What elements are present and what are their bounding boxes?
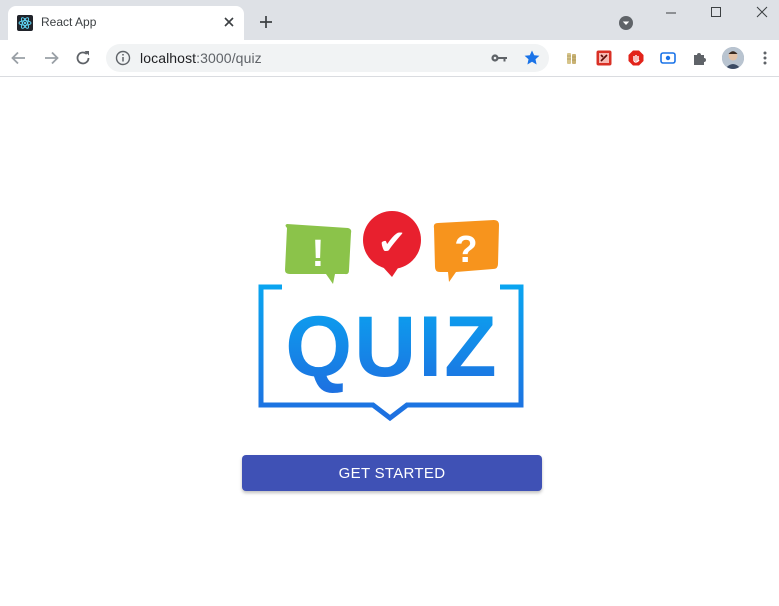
check-bubble-icon: ✔ — [363, 211, 421, 277]
url-path: :3000/quiz — [196, 50, 262, 66]
browser-tab[interactable]: React App — [8, 6, 244, 40]
reload-icon[interactable] — [73, 48, 93, 68]
exclamation-bubble-icon: ! — [285, 224, 352, 284]
url-host: localhost — [140, 50, 197, 66]
user-photo-icon — [722, 47, 744, 69]
tab-search-icon[interactable] — [618, 15, 634, 31]
quiz-logo: ! ✔ ? QUIZ — [258, 211, 524, 422]
browser-titlebar: React App — [0, 0, 779, 40]
question-mark: ? — [454, 229, 477, 271]
new-tab-icon[interactable] — [258, 14, 274, 30]
browser-toolbar: localhost:3000/quiz — [0, 40, 779, 77]
extension-coins-icon[interactable] — [564, 50, 580, 66]
info-icon[interactable] — [115, 50, 131, 66]
react-icon — [17, 15, 33, 31]
url-text[interactable]: localhost:3000/quiz — [140, 50, 262, 66]
maximize-icon[interactable] — [706, 4, 726, 20]
extension-screen-icon[interactable] — [660, 50, 676, 66]
question-bubble-icon: ? — [433, 220, 499, 282]
quiz-wordmark: QUIZ — [285, 299, 498, 395]
back-arrow-icon[interactable] — [9, 48, 29, 68]
minimize-icon[interactable] — [661, 4, 681, 20]
puzzle-icon[interactable] — [692, 50, 708, 66]
forward-arrow-icon[interactable] — [41, 48, 61, 68]
key-icon[interactable] — [490, 51, 508, 65]
get-started-button[interactable]: GET STARTED — [242, 455, 542, 491]
close-icon[interactable] — [222, 15, 236, 29]
star-icon[interactable] — [523, 49, 541, 67]
address-bar[interactable]: localhost:3000/quiz — [106, 44, 549, 72]
extension-red-tool-icon[interactable] — [596, 50, 612, 66]
avatar[interactable] — [722, 47, 744, 69]
check-mark: ✔ — [378, 223, 407, 263]
adblock-icon[interactable] — [628, 50, 644, 66]
more-menu-icon[interactable] — [757, 50, 773, 66]
tab-title: React App — [41, 15, 97, 29]
window-close-icon[interactable] — [752, 4, 772, 20]
exclamation-mark: ! — [312, 233, 325, 275]
